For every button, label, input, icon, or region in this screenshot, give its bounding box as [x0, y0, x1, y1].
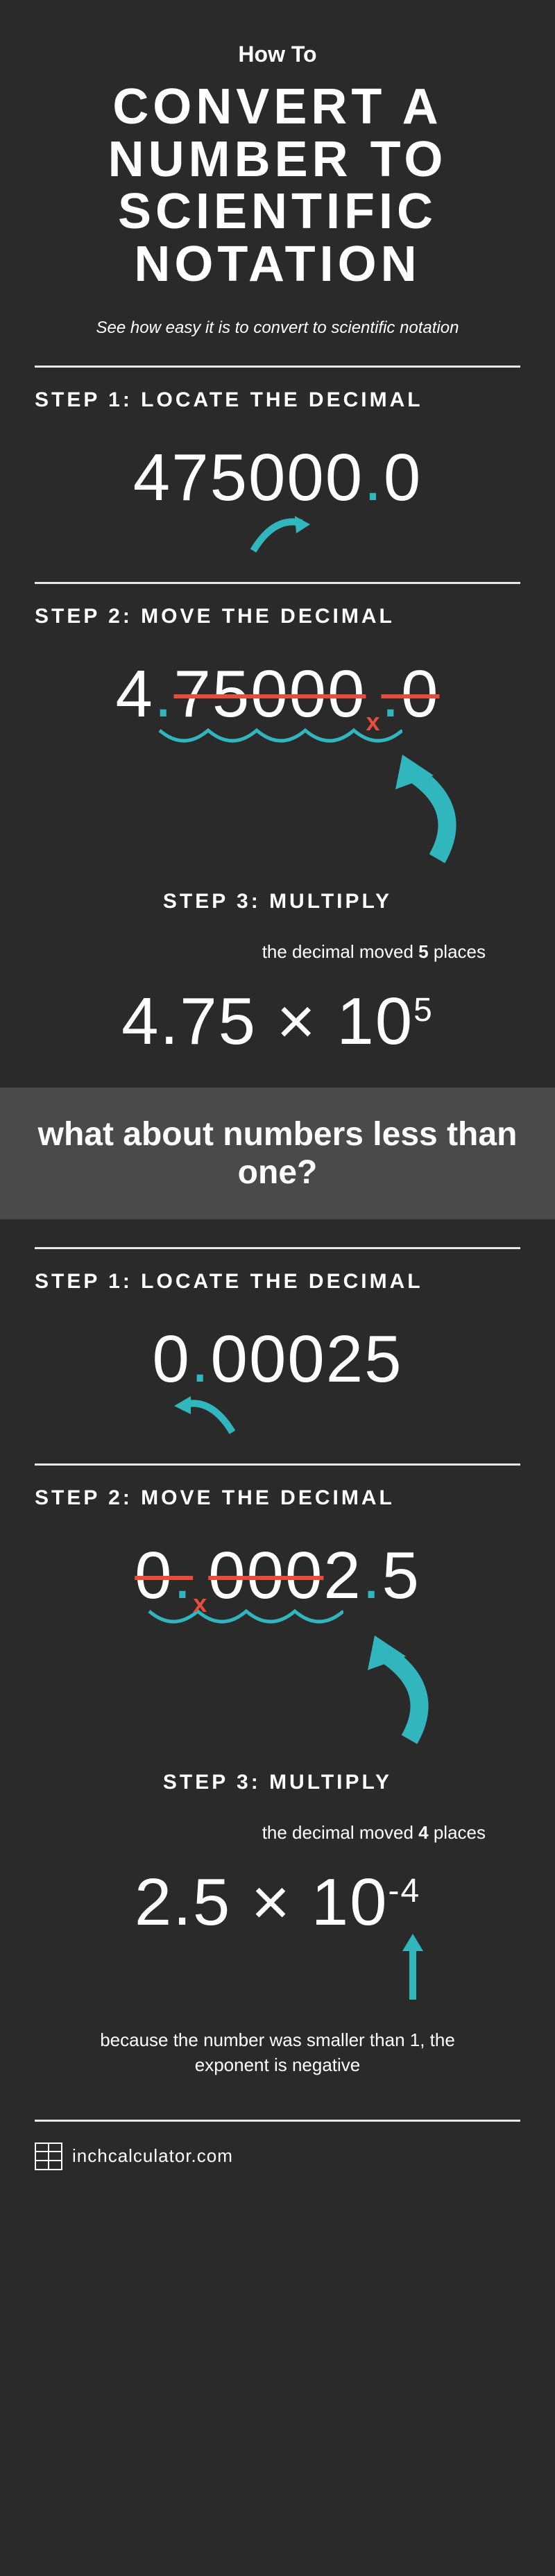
divider	[35, 582, 520, 584]
curve-arrow-icon	[35, 509, 520, 561]
divider	[35, 1247, 520, 1249]
step-1b-label: STEP 1: LOCATE THE DECIMAL	[35, 1270, 520, 1294]
new-decimal: .	[154, 657, 174, 731]
divider	[35, 2120, 520, 2122]
divider	[35, 366, 520, 368]
digits: 0	[384, 440, 422, 515]
digit: 4	[115, 657, 153, 731]
grid-icon	[35, 2143, 62, 2170]
step-1a-label: STEP 1: LOCATE THE DECIMAL	[35, 388, 520, 412]
footnote: because the number was smaller than 1, t…	[62, 2027, 493, 2078]
decimal-point: .	[191, 1322, 211, 1396]
main-title: CONVERT A NUMBER TO SCIENTIFIC NOTATION	[35, 81, 520, 291]
kicker: How To	[35, 42, 520, 67]
digit: 2	[323, 1538, 361, 1613]
coefficient: 4.75	[121, 984, 257, 1058]
up-arrow-icon	[35, 1934, 430, 2007]
x-mark-icon: x	[193, 1589, 208, 1617]
subtitle: See how easy it is to convert to scienti…	[35, 318, 520, 338]
digit: 5	[382, 1538, 420, 1613]
coefficient: 2.5	[135, 1865, 231, 1939]
step-1b-value: 0.00025	[35, 1321, 520, 1398]
times-ten: × 10	[257, 984, 413, 1058]
step-2a-value: 4.75000x.0	[35, 656, 520, 737]
step-2b-label: STEP 2: MOVE THE DECIMAL	[35, 1486, 520, 1510]
step-3b-result: 2.5 × 10-4	[35, 1864, 520, 1941]
step-2a-label: STEP 2: MOVE THE DECIMAL	[35, 605, 520, 628]
note-text: places	[429, 1822, 486, 1843]
struck-digits: 75000	[174, 657, 366, 731]
struck-digit: 0	[135, 1538, 173, 1613]
step-3b-note: the decimal moved 4 places	[35, 1822, 486, 1844]
note-text: places	[429, 941, 486, 962]
step-3a-label: STEP 3: MULTIPLY	[35, 890, 520, 913]
new-decimal: .	[362, 1538, 382, 1613]
curve-arrow-icon	[0, 1391, 520, 1443]
decimal-point: .	[364, 440, 384, 515]
big-arrow-icon	[35, 755, 465, 869]
exponent: 5	[413, 992, 434, 1029]
site-name: inchcalculator.com	[72, 2145, 233, 2167]
interstitial-banner: what about numbers less than one?	[0, 1088, 555, 1219]
old-decimal: .	[173, 1538, 194, 1613]
digit: 0	[152, 1322, 190, 1396]
x-mark-icon: x	[366, 708, 381, 737]
digits: 00025	[211, 1322, 403, 1396]
note-count: 5	[418, 941, 428, 962]
times-ten: × 10	[231, 1865, 388, 1939]
note-text: the decimal moved	[262, 1822, 418, 1843]
digits: 475000	[133, 440, 364, 515]
step-3a-result: 4.75 × 105	[35, 984, 520, 1060]
step-3b-label: STEP 3: MULTIPLY	[35, 1771, 520, 1794]
step-1a-value: 475000.0	[35, 440, 520, 516]
footer: inchcalculator.com	[35, 2143, 520, 2170]
exponent: -4	[388, 1873, 420, 1909]
step-2b-value: 0.x0002.5	[35, 1538, 520, 1618]
note-count: 4	[418, 1822, 428, 1843]
old-decimal: .	[381, 657, 401, 731]
divider	[35, 1463, 520, 1466]
step-3a-note: the decimal moved 5 places	[35, 941, 486, 963]
struck-digits: 000	[208, 1538, 323, 1613]
note-text: the decimal moved	[262, 941, 418, 962]
struck-digit: 0	[401, 657, 439, 731]
big-arrow-icon	[35, 1635, 437, 1750]
